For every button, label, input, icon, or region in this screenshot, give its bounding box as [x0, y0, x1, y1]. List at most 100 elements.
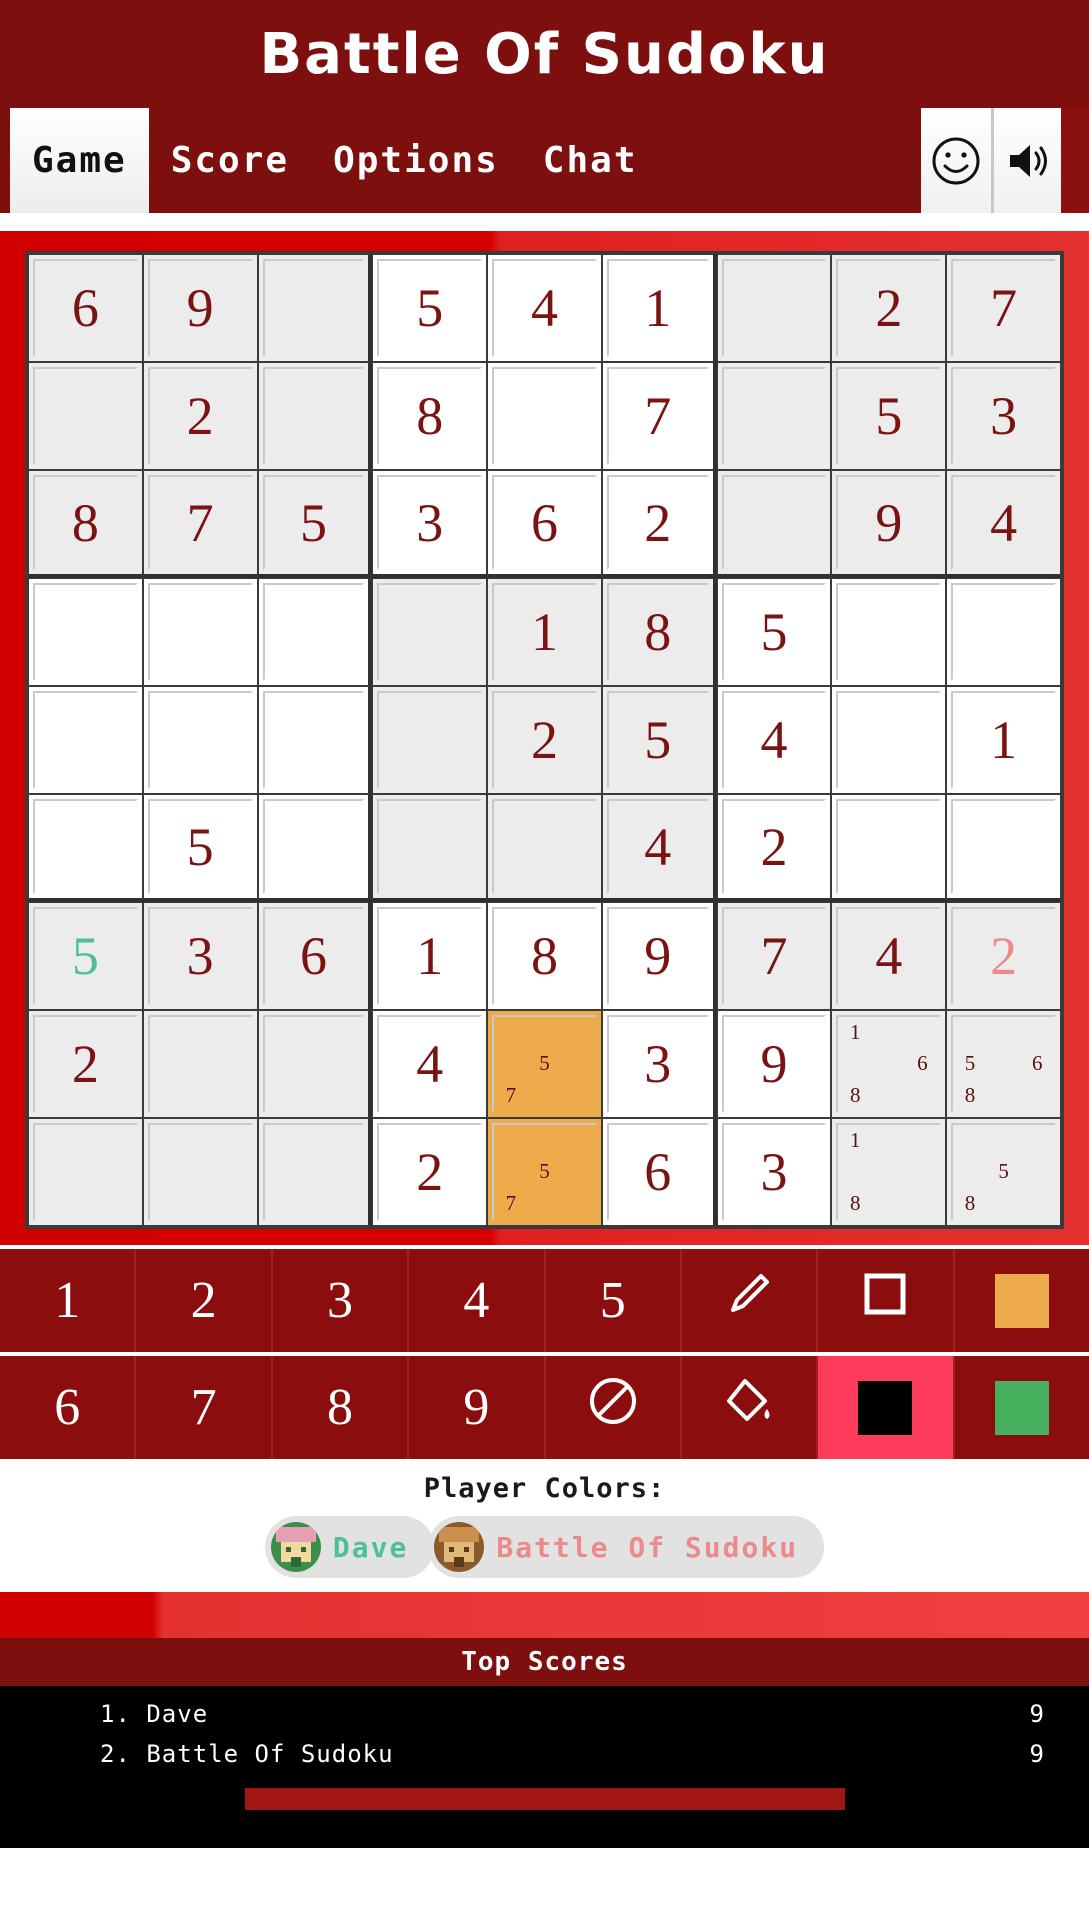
sudoku-cell-r8c6[interactable]: 3: [601, 1010, 717, 1118]
sudoku-cell-r9c9[interactable]: 58: [946, 1118, 1061, 1226]
smiley-button[interactable]: [921, 108, 991, 213]
sudoku-cell-r2c1[interactable]: [28, 362, 143, 470]
sudoku-cell-r1c4[interactable]: 5: [372, 254, 488, 362]
sudoku-cell-r5c9[interactable]: 1: [946, 686, 1061, 794]
sudoku-cell-r1c8[interactable]: 2: [831, 254, 947, 362]
sudoku-cell-r5c4[interactable]: [372, 686, 488, 794]
sudoku-cell-r8c9[interactable]: 5 6 8: [946, 1010, 1061, 1118]
sudoku-cell-r5c1[interactable]: [28, 686, 143, 794]
sudoku-cell-r2c7[interactable]: [716, 362, 832, 470]
sudoku-cell-r4c3[interactable]: [257, 578, 373, 686]
sudoku-cell-r3c7[interactable]: [716, 470, 832, 578]
sudoku-cell-r6c7[interactable]: 2: [716, 794, 832, 902]
sudoku-cell-r1c3[interactable]: [257, 254, 373, 362]
numpad-2[interactable]: 2: [136, 1249, 273, 1352]
sudoku-cell-r2c6[interactable]: 7: [601, 362, 717, 470]
sudoku-cell-r5c2[interactable]: [142, 686, 258, 794]
sudoku-cell-r2c8[interactable]: 5: [831, 362, 947, 470]
sudoku-cell-r2c5[interactable]: [487, 362, 602, 470]
numpad-9[interactable]: 9: [409, 1356, 546, 1459]
sudoku-cell-r2c4[interactable]: 8: [372, 362, 488, 470]
sudoku-cell-r9c6[interactable]: 6: [601, 1118, 717, 1226]
sudoku-cell-r5c7[interactable]: 4: [716, 686, 832, 794]
sound-button[interactable]: [991, 108, 1061, 213]
sudoku-cell-r7c3[interactable]: 6: [257, 902, 373, 1010]
sudoku-cell-r8c7[interactable]: 9: [716, 1010, 832, 1118]
sudoku-cell-r4c6[interactable]: 8: [601, 578, 717, 686]
sudoku-cell-r5c8[interactable]: [831, 686, 947, 794]
sudoku-cell-r3c9[interactable]: 4: [946, 470, 1061, 578]
sudoku-cell-r7c5[interactable]: 8: [487, 902, 602, 1010]
sudoku-cell-r3c2[interactable]: 7: [142, 470, 258, 578]
sudoku-cell-r2c9[interactable]: 3: [946, 362, 1061, 470]
numpad-3[interactable]: 3: [273, 1249, 410, 1352]
sudoku-cell-r8c1[interactable]: 2: [28, 1010, 143, 1118]
sudoku-cell-r7c9[interactable]: 2: [946, 902, 1061, 1010]
tab-score[interactable]: Score: [148, 108, 312, 213]
sudoku-cell-r4c4[interactable]: [372, 578, 488, 686]
numpad-4[interactable]: 4: [409, 1249, 546, 1352]
fill-tool-button[interactable]: [682, 1356, 819, 1459]
numpad-1[interactable]: 1: [0, 1249, 137, 1352]
sudoku-cell-r6c2[interactable]: 5: [142, 794, 258, 902]
sudoku-cell-r4c5[interactable]: 1: [487, 578, 602, 686]
numpad-7[interactable]: 7: [136, 1356, 273, 1459]
numpad-8[interactable]: 8: [273, 1356, 410, 1459]
sudoku-cell-r6c1[interactable]: [28, 794, 143, 902]
sudoku-cell-r3c5[interactable]: 6: [487, 470, 602, 578]
sudoku-cell-r1c1[interactable]: 6: [28, 254, 143, 362]
sudoku-cell-r7c1[interactable]: 5: [28, 902, 143, 1010]
sudoku-cell-r1c9[interactable]: 7: [946, 254, 1061, 362]
sudoku-cell-r9c3[interactable]: [257, 1118, 373, 1226]
sudoku-cell-r3c8[interactable]: 9: [831, 470, 947, 578]
sudoku-cell-r4c2[interactable]: [142, 578, 258, 686]
sudoku-cell-r7c2[interactable]: 3: [142, 902, 258, 1010]
sudoku-cell-r4c7[interactable]: 5: [716, 578, 832, 686]
tab-game[interactable]: Game: [10, 108, 149, 213]
sudoku-cell-r5c5[interactable]: 2: [487, 686, 602, 794]
color-swatch-orange[interactable]: [955, 1249, 1089, 1352]
sudoku-cell-r7c4[interactable]: 1: [372, 902, 488, 1010]
erase-tool-button[interactable]: [546, 1356, 682, 1459]
color-swatch-green[interactable]: [955, 1356, 1089, 1459]
sudoku-cell-r5c6[interactable]: 5: [601, 686, 717, 794]
sudoku-cell-r8c3[interactable]: [257, 1010, 373, 1118]
sudoku-cell-r1c2[interactable]: 9: [142, 254, 258, 362]
sudoku-cell-r9c5[interactable]: 57: [487, 1118, 602, 1226]
sudoku-cell-r9c8[interactable]: 18: [831, 1118, 947, 1226]
sudoku-cell-r4c8[interactable]: [831, 578, 947, 686]
sudoku-cell-r2c3[interactable]: [257, 362, 373, 470]
sudoku-cell-r8c8[interactable]: 1 6 8: [831, 1010, 947, 1118]
sudoku-cell-r6c6[interactable]: 4: [601, 794, 717, 902]
square-tool-button[interactable]: [818, 1249, 955, 1352]
sudoku-cell-r9c1[interactable]: [28, 1118, 143, 1226]
numpad-5[interactable]: 5: [546, 1249, 682, 1352]
sudoku-cell-r8c4[interactable]: 4: [372, 1010, 488, 1118]
sudoku-cell-r9c4[interactable]: 2: [372, 1118, 488, 1226]
sudoku-cell-r3c4[interactable]: 3: [372, 470, 488, 578]
tab-options[interactable]: Options: [311, 108, 521, 213]
sudoku-cell-r3c1[interactable]: 8: [28, 470, 143, 578]
sudoku-cell-r3c6[interactable]: 2: [601, 470, 717, 578]
sudoku-cell-r7c6[interactable]: 9: [601, 902, 717, 1010]
player-chip[interactable]: Dave: [264, 1516, 435, 1578]
color-swatch-black[interactable]: [818, 1356, 955, 1459]
sudoku-cell-r1c5[interactable]: 4: [487, 254, 602, 362]
pencil-tool-button[interactable]: [682, 1249, 819, 1352]
sudoku-cell-r2c2[interactable]: 2: [142, 362, 258, 470]
sudoku-cell-r4c1[interactable]: [28, 578, 143, 686]
sudoku-cell-r8c2[interactable]: [142, 1010, 258, 1118]
player-chip[interactable]: Battle Of Sudoku: [428, 1516, 825, 1578]
sudoku-cell-r1c7[interactable]: [716, 254, 832, 362]
sudoku-cell-r5c3[interactable]: [257, 686, 373, 794]
sudoku-cell-r7c7[interactable]: 7: [716, 902, 832, 1010]
sudoku-cell-r6c4[interactable]: [372, 794, 488, 902]
sudoku-cell-r9c2[interactable]: [142, 1118, 258, 1226]
sudoku-cell-r3c3[interactable]: 5: [257, 470, 373, 578]
sudoku-cell-r7c8[interactable]: 4: [831, 902, 947, 1010]
tab-chat[interactable]: Chat: [520, 108, 660, 213]
sudoku-cell-r6c3[interactable]: [257, 794, 373, 902]
sudoku-cell-r6c8[interactable]: [831, 794, 947, 902]
sudoku-cell-r1c6[interactable]: 1: [601, 254, 717, 362]
sudoku-cell-r4c9[interactable]: [946, 578, 1061, 686]
